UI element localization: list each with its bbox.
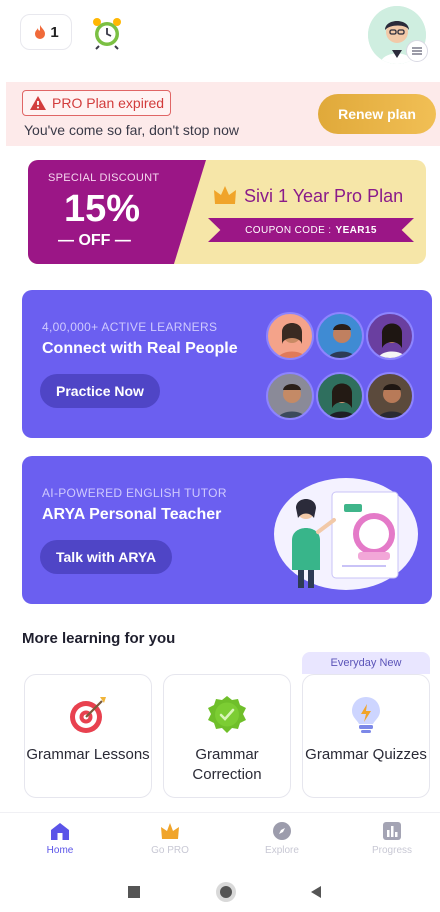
discount-off-label: — OFF —: [58, 232, 131, 249]
learner-avatar: [316, 372, 364, 420]
more-learning-title: More learning for you: [22, 630, 176, 647]
check-badge-icon: [208, 696, 246, 733]
grammar-quizzes-card[interactable]: Grammar Quizzes: [302, 674, 430, 798]
nav-go-pro[interactable]: Go PRO: [130, 821, 210, 856]
learner-avatar: [266, 372, 314, 420]
lightbulb-icon: [352, 697, 380, 733]
streak-count: 1: [50, 23, 59, 41]
learner-avatar: [366, 372, 414, 420]
nav-home-label: Home: [46, 845, 74, 856]
pro-expired-chip: PRO Plan expired: [22, 90, 172, 116]
discount-card[interactable]: SPECIAL DISCOUNT 15% — OFF — Sivi 1 Year…: [28, 160, 426, 264]
practice-now-button[interactable]: Practice Now: [40, 374, 160, 408]
crown-icon: [214, 186, 236, 204]
pro-expired-label: PRO Plan expired: [52, 95, 165, 111]
grammar-lessons-card[interactable]: Grammar Lessons: [24, 674, 152, 798]
grammar-correction-card[interactable]: Grammar Correction: [163, 674, 291, 798]
person-icon: [327, 324, 357, 358]
everyday-new-badge: Everyday New: [302, 652, 430, 674]
nav-progress[interactable]: Progress: [352, 821, 432, 856]
learner-avatars: [266, 312, 416, 424]
flame-icon: [35, 25, 46, 39]
bar-chart-icon: [383, 822, 401, 840]
learner-avatar: [366, 312, 414, 360]
warning-icon: [30, 96, 46, 110]
person-icon: [377, 384, 407, 418]
nav-explore-label: Explore: [265, 845, 299, 856]
crown-icon: [161, 823, 179, 839]
recents-icon[interactable]: [126, 884, 142, 900]
grammar-correction-label: Grammar Correction: [192, 746, 262, 783]
bottom-navigation: Home Go PRO Explore Progress: [0, 812, 440, 872]
discount-kicker: SPECIAL DISCOUNT: [48, 172, 160, 184]
grammar-lessons-label: Grammar Lessons: [26, 746, 150, 763]
back-icon[interactable]: [308, 884, 324, 900]
tutor-illustration: [274, 478, 418, 590]
practice-kicker: 4,00,000+ ACTIVE LEARNERS: [42, 320, 218, 334]
system-navigation-bar: [0, 872, 440, 912]
target-icon: [70, 697, 106, 733]
person-icon: [327, 383, 357, 418]
pro-expired-banner: PRO Plan expired You've come so far, don…: [6, 82, 440, 146]
nav-explore[interactable]: Explore: [242, 821, 322, 856]
top-bar: 1: [0, 0, 440, 72]
compass-icon: [273, 822, 291, 840]
coupon-code: YEAR15: [335, 224, 377, 236]
menu-icon[interactable]: [406, 40, 428, 62]
person-icon: [277, 384, 307, 418]
coupon-ribbon: COUPON CODE : YEAR15: [208, 218, 414, 242]
practice-card[interactable]: 4,00,000+ ACTIVE LEARNERS Connect with R…: [22, 290, 432, 438]
coupon-prefix: COUPON CODE :: [245, 224, 332, 236]
arya-title: ARYA Personal Teacher: [42, 506, 222, 523]
nav-home[interactable]: Home: [20, 821, 100, 856]
renew-plan-button[interactable]: Renew plan: [318, 94, 436, 134]
practice-title: Connect with Real People: [42, 340, 238, 357]
home-circle-icon[interactable]: [215, 881, 237, 903]
arya-card[interactable]: AI-POWERED ENGLISH TUTOR ARYA Personal T…: [22, 456, 432, 604]
learner-avatar: [266, 312, 314, 360]
encouragement-text: You've come so far, don't stop now: [24, 122, 239, 138]
lines-icon: [412, 47, 422, 55]
nav-go-pro-label: Go PRO: [151, 845, 189, 856]
arya-kicker: AI-POWERED ENGLISH TUTOR: [42, 486, 227, 500]
talk-with-arya-button[interactable]: Talk with ARYA: [40, 540, 173, 574]
alarm-clock-icon[interactable]: [90, 14, 124, 50]
person-icon: [377, 323, 407, 358]
discount-percent: 15%: [64, 188, 141, 230]
person-icon: [277, 323, 307, 358]
learner-avatar: [316, 312, 364, 360]
plan-title: Sivi 1 Year Pro Plan: [244, 186, 404, 206]
streak-counter[interactable]: 1: [20, 14, 72, 50]
home-icon: [51, 823, 69, 840]
grammar-quizzes-label: Grammar Quizzes: [305, 746, 427, 763]
home-screen: 1 PRO Plan expired You've come so far, d…: [0, 0, 440, 912]
nav-progress-label: Progress: [371, 845, 412, 856]
